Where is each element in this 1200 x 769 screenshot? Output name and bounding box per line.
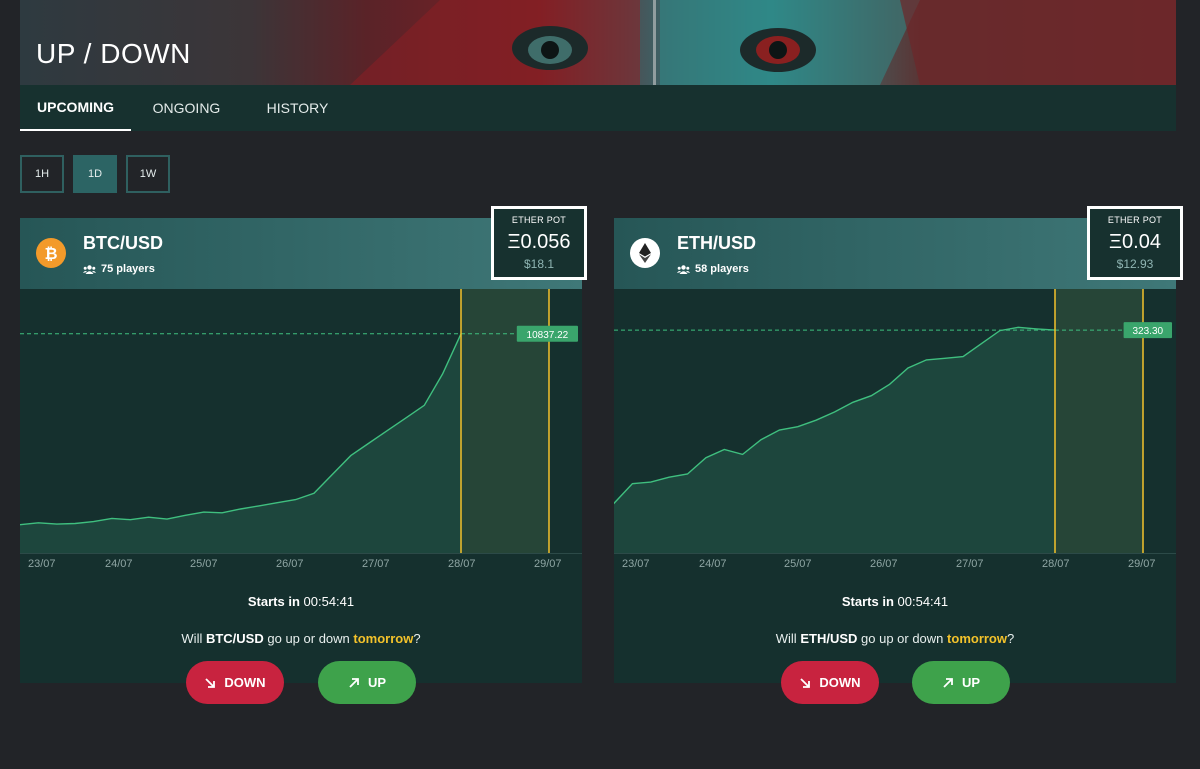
period-selector: 1H 1D 1W bbox=[20, 155, 170, 193]
arrow-down-right-icon bbox=[205, 677, 216, 688]
pair-title: BTC/USD bbox=[83, 233, 163, 253]
pot-usd-value: $18.1 bbox=[523, 257, 555, 271]
ether-pot: ETHER POT Ξ0.056 $18.1 bbox=[491, 206, 587, 280]
x-tick-label: 23/07 bbox=[622, 558, 650, 570]
hero-banner: UP / DOWN bbox=[20, 0, 1176, 85]
players-label: 58 players bbox=[695, 263, 749, 275]
pot-label: ETHER POT bbox=[1107, 215, 1163, 225]
price-tag-label: 323.30 bbox=[1133, 326, 1164, 337]
up-button[interactable]: UP bbox=[912, 661, 1010, 704]
hero-artwork bbox=[350, 0, 1176, 85]
question-prefix: Will bbox=[775, 631, 797, 646]
price-chart: 323.30 bbox=[614, 289, 1176, 554]
users-icon bbox=[677, 264, 690, 274]
players-label: 75 players bbox=[101, 263, 155, 275]
down-button[interactable]: DOWN bbox=[186, 661, 284, 704]
x-tick-label: 25/07 bbox=[190, 558, 218, 570]
tab-upcoming[interactable]: UPCOMING bbox=[20, 85, 131, 131]
ether-pot: ETHER POT Ξ0.04 $12.93 bbox=[1087, 206, 1183, 280]
pot-eth-value: Ξ0.04 bbox=[1109, 231, 1161, 253]
players-count: 75 players bbox=[83, 263, 155, 275]
price-chart: 10837.22 bbox=[20, 289, 582, 554]
x-tick-label: 24/07 bbox=[105, 558, 133, 570]
market-card-btc: ₿ BTC/USD 75 players ETHER POT Ξ0.056 $1… bbox=[20, 206, 587, 704]
tab-history[interactable]: HISTORY bbox=[242, 85, 353, 131]
question-middle: go up or down bbox=[861, 631, 944, 646]
x-tick-label: 26/07 bbox=[276, 558, 304, 570]
starts-time: 00:54:41 bbox=[303, 594, 355, 609]
x-tick-label: 29/07 bbox=[534, 558, 562, 570]
up-button-label: UP bbox=[367, 675, 387, 690]
tab-bar: UPCOMING ONGOING HISTORY bbox=[20, 85, 1176, 131]
starts-time: 00:54:41 bbox=[897, 594, 949, 609]
page-title: UP / DOWN bbox=[36, 38, 191, 69]
down-button[interactable]: DOWN bbox=[781, 661, 879, 704]
arrow-up-right-icon bbox=[943, 677, 953, 688]
period-1h-button[interactable]: 1H bbox=[20, 155, 64, 193]
period-1d-button[interactable]: 1D bbox=[73, 155, 117, 193]
down-button-label: DOWN bbox=[819, 675, 861, 690]
price-tag-label: 10837.22 bbox=[527, 330, 569, 341]
tab-ongoing[interactable]: ONGOING bbox=[131, 85, 242, 131]
question-pair: ETH/USD bbox=[800, 631, 858, 646]
starts-prefix: Starts in bbox=[841, 594, 894, 609]
starts-countdown: Starts in 00:54:41 bbox=[20, 594, 582, 609]
arrow-down-right-icon bbox=[800, 677, 811, 688]
market-card-eth: ETH/USD 58 players ETHER POT Ξ0.04 $12.9… bbox=[614, 206, 1183, 704]
question-when: tomorrow bbox=[947, 631, 1007, 646]
question-middle: go up or down bbox=[267, 631, 350, 646]
question-pair: BTC/USD bbox=[205, 631, 264, 646]
x-axis bbox=[614, 553, 1176, 554]
question-suffix: ? bbox=[1007, 631, 1015, 646]
x-tick-label: 27/07 bbox=[956, 558, 984, 570]
arrow-up-right-icon bbox=[349, 677, 359, 688]
x-axis-ticks: 23/07 24/07 25/07 26/07 27/07 28/07 29/07 bbox=[20, 558, 582, 572]
x-tick-label: 27/07 bbox=[362, 558, 390, 570]
x-tick-label: 26/07 bbox=[870, 558, 898, 570]
down-button-label: DOWN bbox=[224, 675, 266, 690]
pot-usd-value: $12.93 bbox=[1116, 257, 1154, 271]
users-icon bbox=[83, 264, 96, 274]
x-axis bbox=[20, 553, 582, 554]
pot-label: ETHER POT bbox=[511, 215, 567, 225]
x-tick-label: 29/07 bbox=[1128, 558, 1156, 570]
svg-text:₿: ₿ bbox=[44, 244, 57, 263]
ethereum-icon bbox=[630, 238, 660, 268]
prediction-question: Will ETH/USD go up or down tomorrow? bbox=[614, 631, 1176, 646]
x-tick-label: 23/07 bbox=[28, 558, 56, 570]
starts-countdown: Starts in 00:54:41 bbox=[614, 594, 1176, 609]
up-button[interactable]: UP bbox=[318, 661, 416, 704]
x-tick-label: 28/07 bbox=[448, 558, 476, 570]
question-prefix: Will bbox=[181, 631, 203, 646]
bitcoin-icon: ₿ bbox=[36, 238, 66, 268]
question-suffix: ? bbox=[413, 631, 421, 646]
question-when: tomorrow bbox=[353, 631, 414, 646]
players-count: 58 players bbox=[677, 263, 749, 275]
pair-title: ETH/USD bbox=[677, 233, 757, 253]
prediction-question: Will BTC/USD go up or down tomorrow? bbox=[20, 631, 582, 646]
pot-eth-value: Ξ0.056 bbox=[507, 231, 571, 253]
x-axis-ticks: 23/07 24/07 25/07 26/07 27/07 28/07 29/07 bbox=[614, 558, 1176, 572]
period-1w-button[interactable]: 1W bbox=[126, 155, 170, 193]
up-button-label: UP bbox=[961, 675, 981, 690]
x-tick-label: 28/07 bbox=[1042, 558, 1070, 570]
x-tick-label: 25/07 bbox=[784, 558, 812, 570]
x-tick-label: 24/07 bbox=[699, 558, 727, 570]
starts-prefix: Starts in bbox=[247, 594, 300, 609]
